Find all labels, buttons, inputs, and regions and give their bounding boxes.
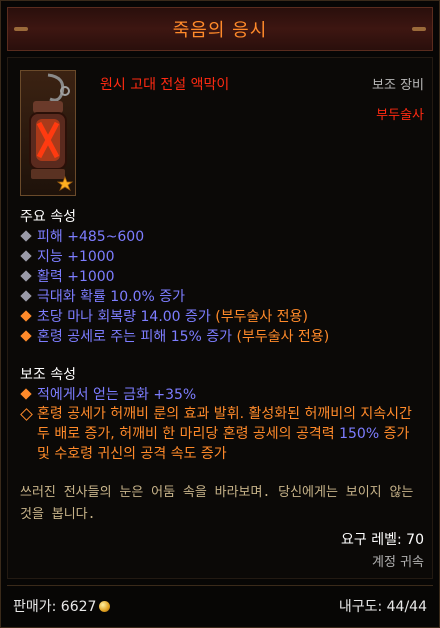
item-tooltip: 죽음의 응시 원시 고대 전설 액막이 보조 장비 부두술사 주요 속성 피해 … [0, 0, 440, 628]
item-title: 죽음의 응시 [172, 20, 268, 41]
bullet-icon [20, 270, 32, 282]
bullet-icon [20, 230, 32, 242]
required-level: 요구 레벨: 70 [341, 532, 424, 548]
durability: 내구도: 44/44 [338, 599, 427, 615]
item-name: 원시 고대 전설 액막이 [100, 77, 230, 93]
sell-value: 판매가: 6627 [13, 596, 111, 616]
attr-intelligence: 지능 +1000 [20, 246, 115, 266]
item-slot: 보조 장비 [372, 78, 424, 93]
bullet-icon [20, 310, 32, 322]
item-icon-frame [20, 70, 76, 196]
attr-crit: 극대화 확률 10.0% 증가 [20, 286, 185, 306]
bullet-icon [20, 388, 32, 400]
attr-vitality: 활력 +1000 [20, 266, 115, 286]
gold-coin-icon [99, 601, 111, 612]
flavor-text: 쓰러진 전사들의 눈은 어둠 속을 바라보며. 당신에게는 보이지 않는 것을 … [20, 485, 414, 522]
attr-mana-regen: 초당 마나 회복량 14.00 증가 (부두술사 전용) [20, 306, 308, 326]
attr-damage: 피해 +485~600 [20, 226, 144, 246]
bullet-icon [20, 290, 32, 302]
attr-spirit-damage: 혼령 공세로 주는 피해 15% 증가 (부두술사 전용) [20, 326, 329, 346]
item-class-restriction: 부두술사 [376, 108, 424, 123]
bullet-icon [20, 330, 32, 342]
bullet-icon [20, 250, 32, 262]
amulet-lantern-icon [29, 73, 74, 191]
account-bound: 계정 귀속 [372, 555, 424, 570]
tooltip-header: 죽음의 응시 [7, 7, 433, 51]
primary-heading: 주요 속성 [20, 209, 76, 225]
secondary-heading: 보조 속성 [20, 367, 76, 383]
tooltip-footer: 판매가: 6627 내구도: 44/44 [7, 585, 433, 620]
tooltip-body: 원시 고대 전설 액막이 보조 장비 부두술사 주요 속성 피해 +485~60… [7, 57, 433, 579]
attr-gold-find: 적에게서 얻는 금화 +35% [20, 384, 196, 404]
legendary-power: 혼령 공세가 허깨비 룬의 효과 발휘. 활성화된 허깨비의 지속시간 두 배로… [20, 404, 426, 464]
